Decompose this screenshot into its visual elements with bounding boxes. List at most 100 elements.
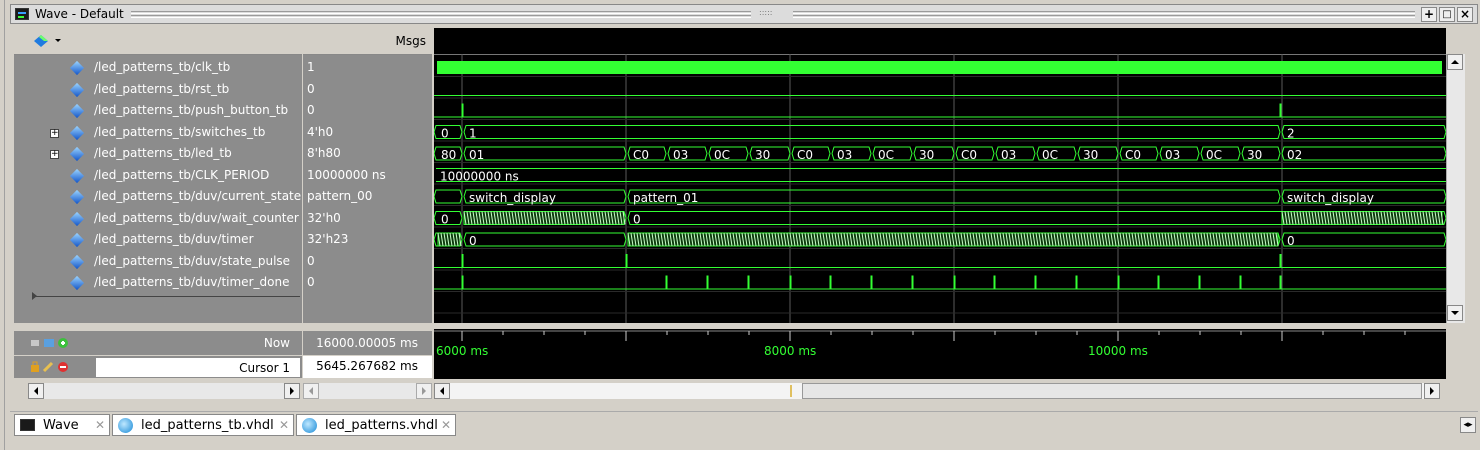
signal-value-row[interactable]: 0	[303, 79, 432, 100]
led-bus-segment	[1281, 146, 1446, 161]
name-scroll-track[interactable]	[44, 383, 284, 399]
signal-value-row[interactable]: 10000000 ns	[303, 165, 432, 186]
tab-led-patterns-close-icon[interactable]: ✕	[441, 418, 451, 432]
name-scroll-left-button[interactable]	[28, 383, 44, 399]
axis-tick-label: 10000 ms	[1088, 344, 1148, 358]
wait-counter-bus-label: 0	[441, 213, 449, 227]
wave-window-titlebar[interactable]: Wave - Default ::::: + □ ×	[10, 4, 1478, 24]
vhdl-file-icon	[302, 418, 317, 433]
signal-row[interactable]: /led_patterns_tb/push_button_tb	[14, 100, 302, 121]
signal-name: /led_patterns_tb/rst_tb	[94, 81, 230, 96]
wave-scroll-thumb[interactable]	[802, 383, 1422, 399]
vhdl-file-icon	[118, 418, 133, 433]
tab-led-patterns-tb-vhdl[interactable]: led_patterns_tb.vhdl ✕	[112, 414, 294, 436]
signal-value-row[interactable]: 1	[303, 57, 432, 78]
signal-diamond-icon	[69, 103, 85, 119]
wave-scroll-right-button[interactable]	[1424, 383, 1440, 399]
signal-diamond-icon	[69, 82, 85, 97]
expand-icon[interactable]: +	[50, 128, 59, 138]
signal-value-row[interactable]: 8'h80	[303, 143, 432, 164]
tab-wave-label: Wave	[43, 418, 79, 433]
led-bus-label: 30	[1247, 148, 1262, 162]
tab-led-patterns-tb-label: led_patterns_tb.vhdl	[141, 418, 274, 433]
tab-led-patterns-vhdl[interactable]: led_patterns.vhdl ✕	[296, 414, 456, 436]
signal-value-row[interactable]: 4'h0	[303, 122, 432, 143]
tab-scroll-arrows[interactable]: ◂▸	[1460, 417, 1476, 433]
led-bus-label: 03	[1001, 148, 1016, 162]
waveform-vertical-scrollbar[interactable]	[1446, 54, 1465, 323]
clk-period-label: 10000000 ns	[440, 170, 519, 184]
signal-value: 8'h80	[307, 146, 341, 160]
led-bus-label: 0C	[878, 148, 894, 162]
timer-bus-label: 0	[469, 234, 477, 248]
titlebar-drag-handle[interactable]: :::::	[759, 8, 772, 17]
value-scroll-right-button[interactable]	[416, 383, 432, 399]
undock-button[interactable]: □	[1439, 7, 1455, 22]
value-scroll-track[interactable]	[319, 383, 416, 399]
signal-row[interactable]: /led_patterns_tb/duv/timer	[14, 229, 302, 250]
led-bus-segment	[463, 146, 627, 161]
switches-bus-label: 2	[1287, 127, 1295, 141]
cursor-value-cell[interactable]: 5645.267682 ms	[303, 356, 432, 378]
signal-row[interactable]: /led_patterns_tb/duv/wait_counter	[14, 208, 302, 229]
waveform-plot[interactable]: 0 1 280 01 C0 03 0C 30 C0 03 0C 30 C0 03 0C 30 C0 03 0C 30 0…	[434, 54, 1446, 323]
now-toolbar-icons[interactable]	[30, 335, 82, 354]
insert-arrow-icon	[32, 291, 37, 300]
signal-name: /led_patterns_tb/duv/timer_done	[94, 275, 290, 289]
signal-row[interactable]: /led_patterns_tb/clk_tb	[14, 57, 302, 78]
wave-scroll-left-button[interactable]	[434, 383, 450, 399]
signal-name: /led_patterns_tb/duv/wait_counter	[94, 210, 299, 225]
signal-row[interactable]: /led_patterns_tb/duv/state_pulse	[14, 251, 302, 272]
wave-tools-icon[interactable]	[32, 32, 61, 48]
signal-value: 0	[307, 103, 315, 117]
signal-diamond-icon	[69, 211, 85, 226]
signal-value-row[interactable]: 32'h23	[303, 229, 432, 250]
led-bus-label: 0C	[1206, 148, 1222, 162]
tab-wave-close-icon[interactable]: ✕	[95, 418, 105, 432]
led-bus-label: 30	[755, 148, 770, 162]
state-bus-label: pattern_01	[633, 191, 698, 205]
state-bus-label: switch_display	[469, 191, 556, 205]
value-scroll-left-button[interactable]	[303, 383, 319, 399]
signal-name: /led_patterns_tb/duv/state_pulse	[94, 253, 291, 268]
scroll-down-button[interactable]	[1447, 305, 1463, 321]
signal-row[interactable]: /led_patterns_tb/duv/current_state	[14, 186, 302, 207]
list-end-marker	[34, 295, 300, 297]
signal-value-row[interactable]: 32'h0	[303, 208, 432, 229]
waveform-header	[434, 28, 1446, 55]
close-window-button[interactable]: ×	[1457, 7, 1473, 22]
timer-bus-segment	[1281, 232, 1446, 247]
dock-button[interactable]: +	[1421, 7, 1437, 22]
signal-row[interactable]: /led_patterns_tb/rst_tb	[14, 79, 302, 100]
signal-value-row[interactable]: 0	[303, 272, 432, 293]
signal-value-row[interactable]: 0	[303, 251, 432, 272]
signal-value-row[interactable]: 0	[303, 100, 432, 121]
tab-wave[interactable]: Wave ✕	[14, 414, 110, 436]
scroll-up-button[interactable]	[1447, 54, 1463, 70]
cursor-name-box[interactable]: Cursor 1	[96, 358, 300, 377]
signal-row[interactable]: + /led_patterns_tb/led_tb	[14, 143, 302, 164]
signal-value: 0	[307, 253, 315, 268]
clk-wave	[437, 61, 1442, 74]
left-dock-strip	[0, 0, 5, 450]
tab-led-patterns-tb-close-icon[interactable]: ✕	[279, 418, 289, 432]
signal-row[interactable]: /led_patterns_tb/duv/timer_done	[14, 272, 302, 293]
signal-row[interactable]: /led_patterns_tb/CLK_PERIOD	[14, 165, 302, 186]
signal-value-row[interactable]: pattern_00	[303, 186, 432, 207]
signal-name-header	[14, 28, 302, 55]
signal-value: pattern_00	[307, 189, 373, 203]
signal-diamond-icon	[69, 168, 85, 183]
led-bus-label: C0	[633, 148, 649, 162]
cursor-toolbar-icons[interactable]	[30, 359, 82, 378]
name-scroll-right-button[interactable]	[284, 383, 300, 399]
cursor-marker	[790, 385, 792, 397]
expand-icon[interactable]: +	[50, 150, 59, 159]
time-axis[interactable]: 6000 ms 8000 ms 10000 ms	[434, 329, 1446, 379]
signal-name: /led_patterns_tb/clk_tb	[94, 60, 231, 74]
signal-name: /led_patterns_tb/led_tb	[94, 146, 232, 160]
signal-row[interactable]: + /led_patterns_tb/switches_tb	[14, 122, 302, 143]
signal-diamond-icon	[69, 60, 85, 76]
axis-tick-label: 6000 ms	[436, 344, 488, 358]
now-value-cell: 16000.00005 ms	[303, 331, 432, 355]
horizontal-scroll-area	[14, 381, 1446, 403]
